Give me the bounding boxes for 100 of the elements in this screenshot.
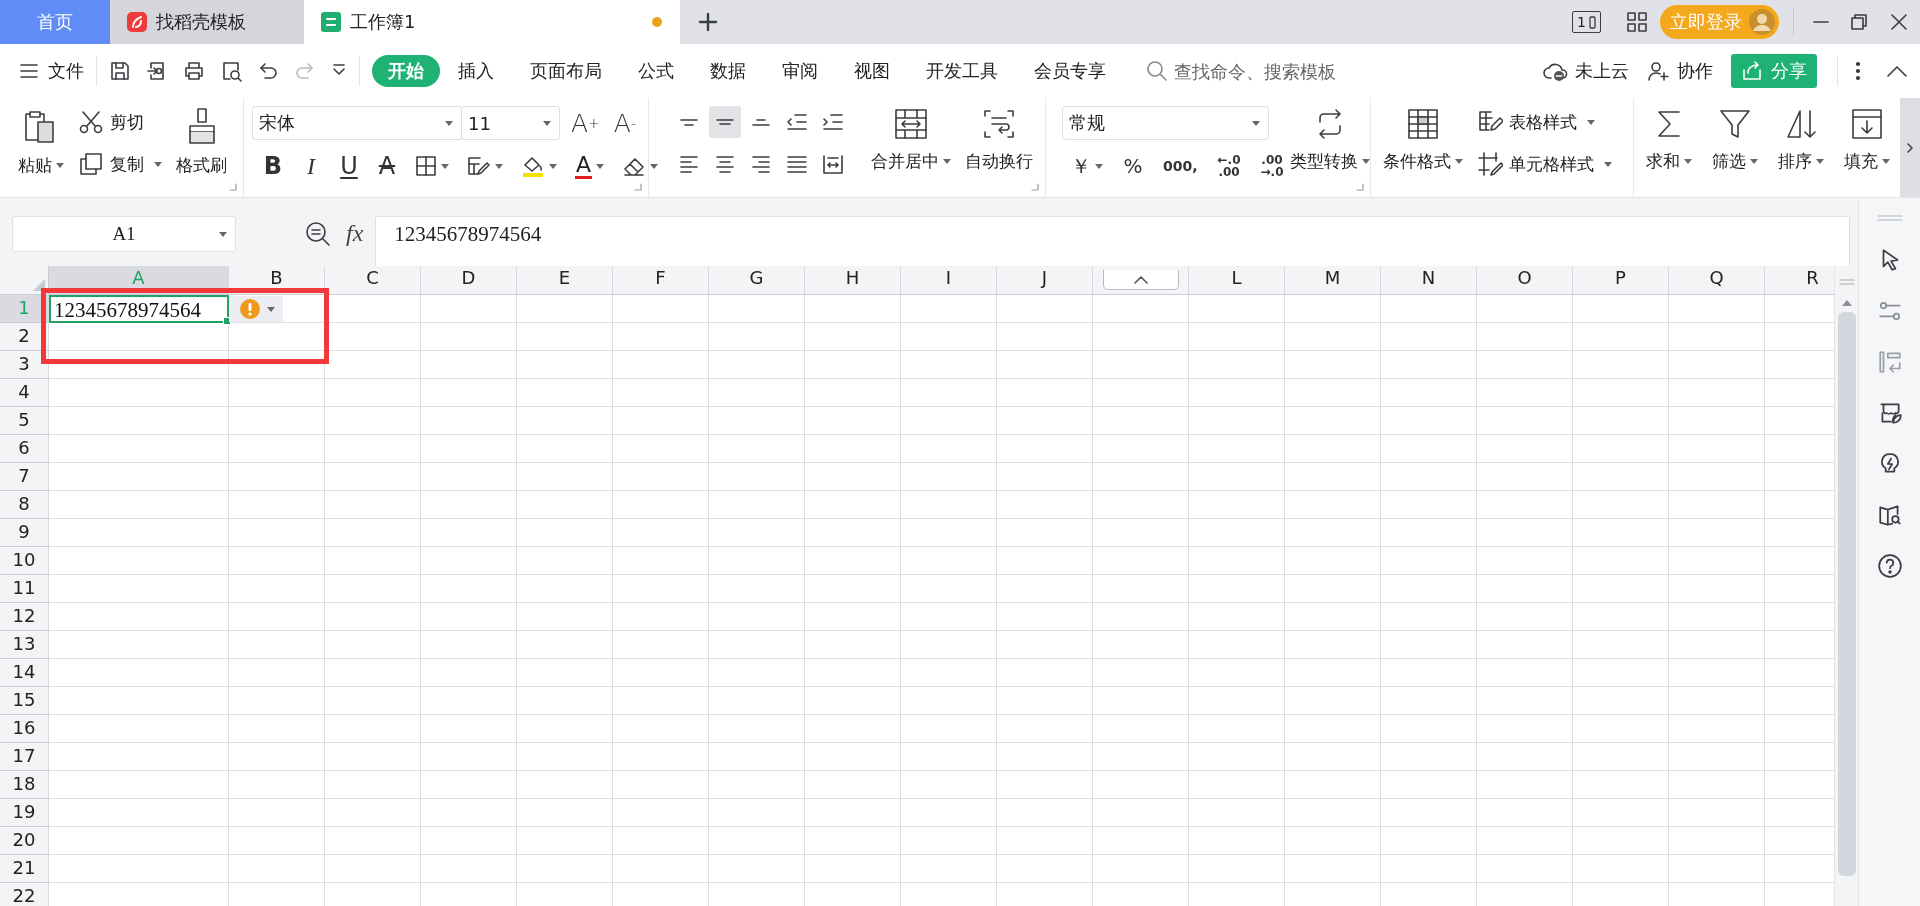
font-size-step-button[interactable]: A$^{-}$ bbox=[610, 107, 639, 139]
collapse-ribbon-button[interactable] bbox=[1102, 270, 1179, 290]
row-header[interactable]: 17 bbox=[0, 743, 49, 771]
ribbon-tab[interactable]: 会员专享 bbox=[1016, 55, 1124, 87]
column-header[interactable]: M bbox=[1285, 266, 1381, 295]
error-check-button[interactable] bbox=[229, 296, 283, 322]
column-header[interactable]: I bbox=[901, 266, 997, 295]
font-size-field[interactable]: 11 bbox=[461, 106, 560, 140]
ribbon-tab[interactable]: 页面布局 bbox=[512, 55, 620, 87]
convert-type-button[interactable]: 类型转换 bbox=[1290, 104, 1370, 173]
apps-icon[interactable] bbox=[1626, 11, 1648, 33]
table-style-button[interactable]: 表格样式 bbox=[1477, 106, 1612, 138]
collapse-icon[interactable] bbox=[1886, 64, 1908, 78]
column-header[interactable]: P bbox=[1573, 266, 1669, 295]
cloud-button[interactable]: 未上云 bbox=[1543, 59, 1629, 83]
book-search-icon[interactable] bbox=[1876, 502, 1903, 528]
copy-button[interactable]: 复制 bbox=[78, 148, 162, 180]
row-header[interactable]: 3 bbox=[0, 351, 49, 379]
row-header[interactable]: 8 bbox=[0, 491, 49, 519]
cell-style-button[interactable]: 单元格样式 bbox=[1477, 148, 1612, 180]
column-header[interactable]: R bbox=[1765, 266, 1834, 295]
column-header[interactable]: E bbox=[517, 266, 613, 295]
currency-button[interactable]: ￥ bbox=[1068, 150, 1106, 182]
column-header[interactable]: L bbox=[1189, 266, 1285, 295]
splitter-handle-icon[interactable] bbox=[1838, 278, 1855, 286]
percent-button[interactable]: % bbox=[1120, 150, 1146, 182]
sort-button[interactable]: 排序 bbox=[1778, 104, 1824, 173]
name-box[interactable]: A1 bbox=[12, 216, 236, 252]
undo-icon[interactable] bbox=[257, 60, 279, 82]
row-header[interactable]: 15 bbox=[0, 687, 49, 715]
file-menu-button[interactable]: 文件 bbox=[18, 59, 84, 83]
column-header[interactable]: N bbox=[1381, 266, 1477, 295]
row-header[interactable]: 6 bbox=[0, 435, 49, 463]
row-header[interactable]: 10 bbox=[0, 547, 49, 575]
fill-button[interactable]: 填充 bbox=[1844, 104, 1890, 173]
font-name-field[interactable]: 宋体 bbox=[252, 106, 462, 140]
filter-button[interactable]: 筛选 bbox=[1712, 104, 1758, 173]
row-header[interactable]: 12 bbox=[0, 603, 49, 631]
vertical-align-button[interactable] bbox=[709, 106, 741, 138]
strikethrough-button[interactable]: A bbox=[374, 150, 400, 182]
document-tab[interactable]: 工作簿1 bbox=[304, 0, 680, 44]
column-header[interactable]: O bbox=[1477, 266, 1573, 295]
help-icon[interactable] bbox=[1876, 553, 1903, 579]
ribbon-tab[interactable]: 公式 bbox=[620, 55, 692, 87]
column-header[interactable]: C bbox=[325, 266, 421, 295]
number-format-field[interactable]: 常规 bbox=[1062, 106, 1269, 140]
increase-decimal-button[interactable]: ←.0 .00 bbox=[1214, 150, 1244, 182]
column-header[interactable]: Q bbox=[1669, 266, 1765, 295]
bold-button[interactable]: B bbox=[260, 150, 286, 182]
italic-button[interactable]: I bbox=[298, 150, 324, 182]
row-header[interactable]: 13 bbox=[0, 631, 49, 659]
splitter-handle-icon[interactable] bbox=[1876, 214, 1903, 222]
merge-center-button[interactable]: 合并居中 bbox=[871, 104, 951, 173]
ribbon-tab[interactable]: 插入 bbox=[440, 55, 512, 87]
row-header[interactable]: 16 bbox=[0, 715, 49, 743]
cell[interactable]: 12345678974564 bbox=[49, 295, 229, 323]
scrollbar-thumb[interactable] bbox=[1837, 312, 1856, 876]
row-header[interactable]: 7 bbox=[0, 463, 49, 491]
row-header[interactable]: 19 bbox=[0, 799, 49, 827]
column-header[interactable]: H bbox=[805, 266, 901, 295]
row-header[interactable]: 22 bbox=[0, 883, 49, 906]
row-header[interactable]: 20 bbox=[0, 827, 49, 855]
insert-function-button[interactable]: fx bbox=[346, 220, 364, 247]
ribbon-tab[interactable]: 数据 bbox=[692, 55, 764, 87]
ribbon-tab[interactable]: 开发工具 bbox=[908, 55, 1016, 87]
underline-button[interactable]: U bbox=[336, 150, 362, 182]
row-header[interactable]: 21 bbox=[0, 855, 49, 883]
conditional-format-button[interactable]: 条件格式 bbox=[1383, 104, 1463, 173]
close-icon[interactable] bbox=[1890, 13, 1908, 31]
search-field[interactable]: 查找命令、搜索模板 bbox=[1174, 60, 1374, 82]
zoom-formula-icon[interactable] bbox=[304, 220, 332, 248]
formula-field[interactable]: 12345678974564 bbox=[375, 216, 1850, 268]
column-header[interactable]: F bbox=[613, 266, 709, 295]
cut-button[interactable]: 剪切 bbox=[78, 106, 162, 138]
format-painter-button[interactable]: 格式刷 bbox=[176, 104, 227, 177]
ribbon-tab[interactable]: 视图 bbox=[836, 55, 908, 87]
ribbon-tab[interactable]: 审阅 bbox=[764, 55, 836, 87]
view-mode-button[interactable]: 1 bbox=[1572, 11, 1601, 33]
row-header[interactable]: 5 bbox=[0, 407, 49, 435]
document-tab[interactable]: 找稻壳模板 bbox=[110, 0, 304, 44]
scroll-up-icon[interactable] bbox=[1841, 300, 1852, 306]
row-header[interactable]: 2 bbox=[0, 323, 49, 351]
font-color-button[interactable]: A bbox=[572, 150, 608, 182]
thousands-button[interactable]: 000, bbox=[1160, 150, 1201, 182]
row-header[interactable]: 9 bbox=[0, 519, 49, 547]
sum-button[interactable]: 求和 bbox=[1646, 104, 1692, 173]
wrap-text-button[interactable]: 自动换行 bbox=[965, 104, 1033, 173]
more-icon[interactable] bbox=[1854, 60, 1862, 82]
column-header[interactable]: J bbox=[997, 266, 1093, 295]
font-size-step-button[interactable]: A$^{+}$ bbox=[568, 107, 603, 139]
row-header[interactable]: 18 bbox=[0, 771, 49, 799]
column-header[interactable]: D bbox=[421, 266, 517, 295]
row-header[interactable]: 14 bbox=[0, 659, 49, 687]
row-header[interactable]: 4 bbox=[0, 379, 49, 407]
paste-button[interactable]: 粘贴 bbox=[18, 104, 64, 177]
select-all-icon[interactable] bbox=[33, 279, 45, 291]
save-icon[interactable] bbox=[109, 60, 131, 82]
row-header[interactable]: 11 bbox=[0, 575, 49, 603]
collaborate-button[interactable]: 协作 bbox=[1647, 59, 1713, 83]
print-icon[interactable] bbox=[183, 60, 205, 82]
